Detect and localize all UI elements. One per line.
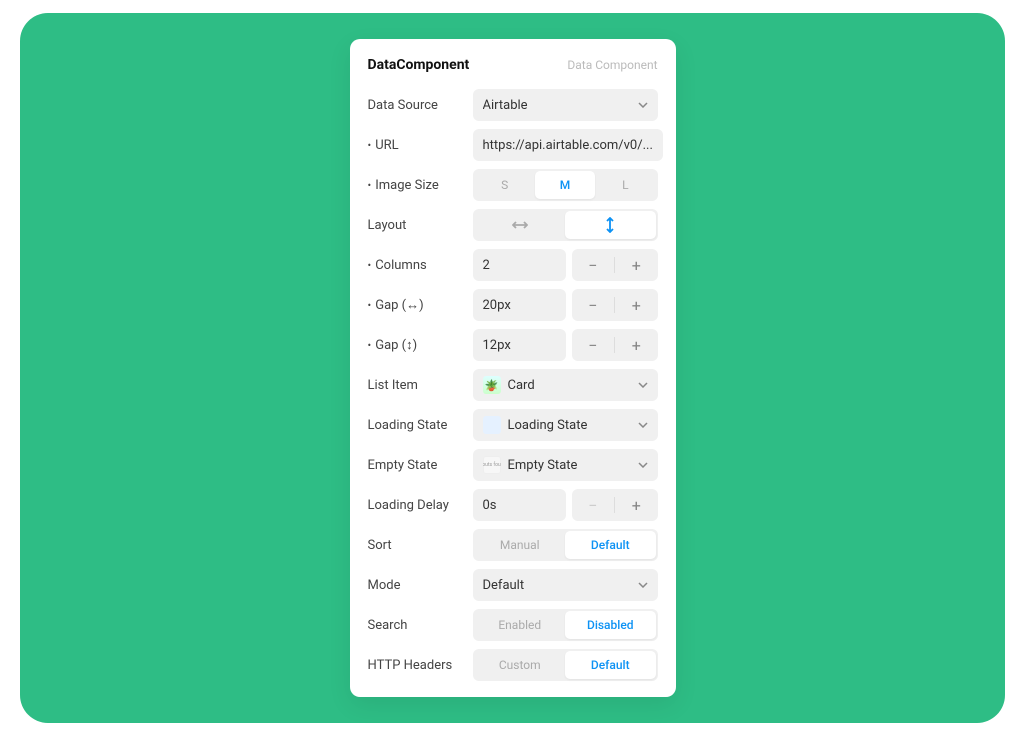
- row-columns: •Columns 2 − +: [368, 249, 658, 281]
- columns-stepper: − +: [572, 249, 658, 281]
- loading-delay-input[interactable]: 0s: [473, 489, 566, 521]
- chevron-down-icon: [638, 380, 648, 390]
- loading-state-value: Loading State: [508, 418, 588, 433]
- loading-state-label: Loading State: [368, 418, 473, 433]
- row-list-item: List Item 🪴 Card: [368, 369, 658, 401]
- data-source-label: Data Source: [368, 98, 473, 113]
- mode-value: Default: [483, 578, 525, 593]
- loading-thumbnail-icon: [483, 416, 501, 434]
- panel-title: DataComponent: [368, 57, 470, 73]
- panel-header: DataComponent Data Component: [368, 57, 658, 73]
- http-headers-label: HTTP Headers: [368, 658, 473, 673]
- loading-delay-label: Loading Delay: [368, 498, 473, 513]
- empty-state-value: Empty State: [508, 458, 578, 473]
- gap-horizontal-increment-button[interactable]: +: [615, 289, 658, 321]
- layout-label: Layout: [368, 218, 473, 233]
- gap-horizontal-label: •Gap (↔): [368, 297, 473, 313]
- empty-state-select[interactable]: outs fou Empty State: [473, 449, 658, 481]
- gap-horizontal-decrement-button[interactable]: −: [572, 289, 615, 321]
- search-enabled-button[interactable]: Enabled: [475, 611, 566, 639]
- image-size-segmented: S M L: [473, 169, 658, 201]
- data-source-value: Airtable: [483, 98, 528, 113]
- row-mode: Mode Default: [368, 569, 658, 601]
- empty-thumbnail-icon: outs fou: [483, 456, 501, 474]
- row-sort: Sort Manual Default: [368, 529, 658, 561]
- mode-label: Mode: [368, 578, 473, 593]
- sort-manual-button[interactable]: Manual: [475, 531, 566, 559]
- gap-horizontal-input[interactable]: 20px: [473, 289, 566, 321]
- list-item-select[interactable]: 🪴 Card: [473, 369, 658, 401]
- columns-input[interactable]: 2: [473, 249, 566, 281]
- loading-state-select[interactable]: Loading State: [473, 409, 658, 441]
- http-headers-segmented: Custom Default: [473, 649, 658, 681]
- gap-vertical-stepper: − +: [572, 329, 658, 361]
- page-background: DataComponent Data Component Data Source…: [20, 13, 1005, 723]
- loading-delay-increment-button[interactable]: +: [615, 489, 658, 521]
- row-gap-horizontal: •Gap (↔) 20px − +: [368, 289, 658, 321]
- loading-delay-stepper: − +: [572, 489, 658, 521]
- image-size-label: •Image Size: [368, 178, 473, 193]
- sort-default-button[interactable]: Default: [565, 531, 656, 559]
- data-source-select[interactable]: Airtable: [473, 89, 658, 121]
- search-segmented: Enabled Disabled: [473, 609, 658, 641]
- url-label: •URL: [368, 138, 473, 153]
- search-disabled-button[interactable]: Disabled: [565, 611, 656, 639]
- row-empty-state: Empty State outs fou Empty State: [368, 449, 658, 481]
- row-loading-delay: Loading Delay 0s − +: [368, 489, 658, 521]
- chevron-down-icon: [638, 100, 648, 110]
- row-gap-vertical: •Gap (↕) 12px − +: [368, 329, 658, 361]
- layout-segmented: [473, 209, 658, 241]
- search-label: Search: [368, 618, 473, 633]
- image-size-s-button[interactable]: S: [475, 171, 535, 199]
- gap-vertical-label: •Gap (↕): [368, 337, 473, 353]
- gap-vertical-decrement-button[interactable]: −: [572, 329, 615, 361]
- url-value: https://api.airtable.com/v0/...: [483, 138, 653, 153]
- bullet-icon: •: [368, 179, 372, 192]
- chevron-down-icon: [638, 460, 648, 470]
- row-layout: Layout: [368, 209, 658, 241]
- sort-label: Sort: [368, 538, 473, 553]
- http-headers-custom-button[interactable]: Custom: [475, 651, 566, 679]
- loading-delay-decrement-button: −: [572, 489, 615, 521]
- columns-decrement-button[interactable]: −: [572, 249, 615, 281]
- layout-horizontal-button[interactable]: [475, 211, 566, 239]
- sort-segmented: Manual Default: [473, 529, 658, 561]
- layout-vertical-button[interactable]: [565, 211, 656, 239]
- chevron-down-icon: [638, 580, 648, 590]
- list-item-value: Card: [508, 378, 535, 393]
- gap-vertical-input[interactable]: 12px: [473, 329, 566, 361]
- bullet-icon: •: [368, 259, 372, 272]
- row-image-size: •Image Size S M L: [368, 169, 658, 201]
- url-input[interactable]: https://api.airtable.com/v0/...: [473, 129, 663, 161]
- columns-increment-button[interactable]: +: [615, 249, 658, 281]
- arrows-vertical-icon: [602, 217, 618, 233]
- mode-select[interactable]: Default: [473, 569, 658, 601]
- list-item-label: List Item: [368, 378, 473, 393]
- empty-state-label: Empty State: [368, 458, 473, 473]
- image-size-m-button[interactable]: M: [535, 171, 595, 199]
- arrows-horizontal-icon: [512, 217, 528, 233]
- row-data-source: Data Source Airtable: [368, 89, 658, 121]
- row-loading-state: Loading State Loading State: [368, 409, 658, 441]
- http-headers-default-button[interactable]: Default: [565, 651, 656, 679]
- image-size-l-button[interactable]: L: [595, 171, 655, 199]
- inspector-panel: DataComponent Data Component Data Source…: [350, 39, 676, 697]
- gap-vertical-increment-button[interactable]: +: [615, 329, 658, 361]
- row-http-headers: HTTP Headers Custom Default: [368, 649, 658, 681]
- columns-label: •Columns: [368, 258, 473, 273]
- bullet-icon: •: [368, 299, 372, 312]
- row-url: •URL https://api.airtable.com/v0/...: [368, 129, 658, 161]
- plant-icon: 🪴: [483, 376, 501, 394]
- bullet-icon: •: [368, 139, 372, 152]
- gap-horizontal-stepper: − +: [572, 289, 658, 321]
- chevron-down-icon: [638, 420, 648, 430]
- row-search: Search Enabled Disabled: [368, 609, 658, 641]
- bullet-icon: •: [368, 339, 372, 352]
- panel-subtitle: Data Component: [567, 58, 657, 72]
